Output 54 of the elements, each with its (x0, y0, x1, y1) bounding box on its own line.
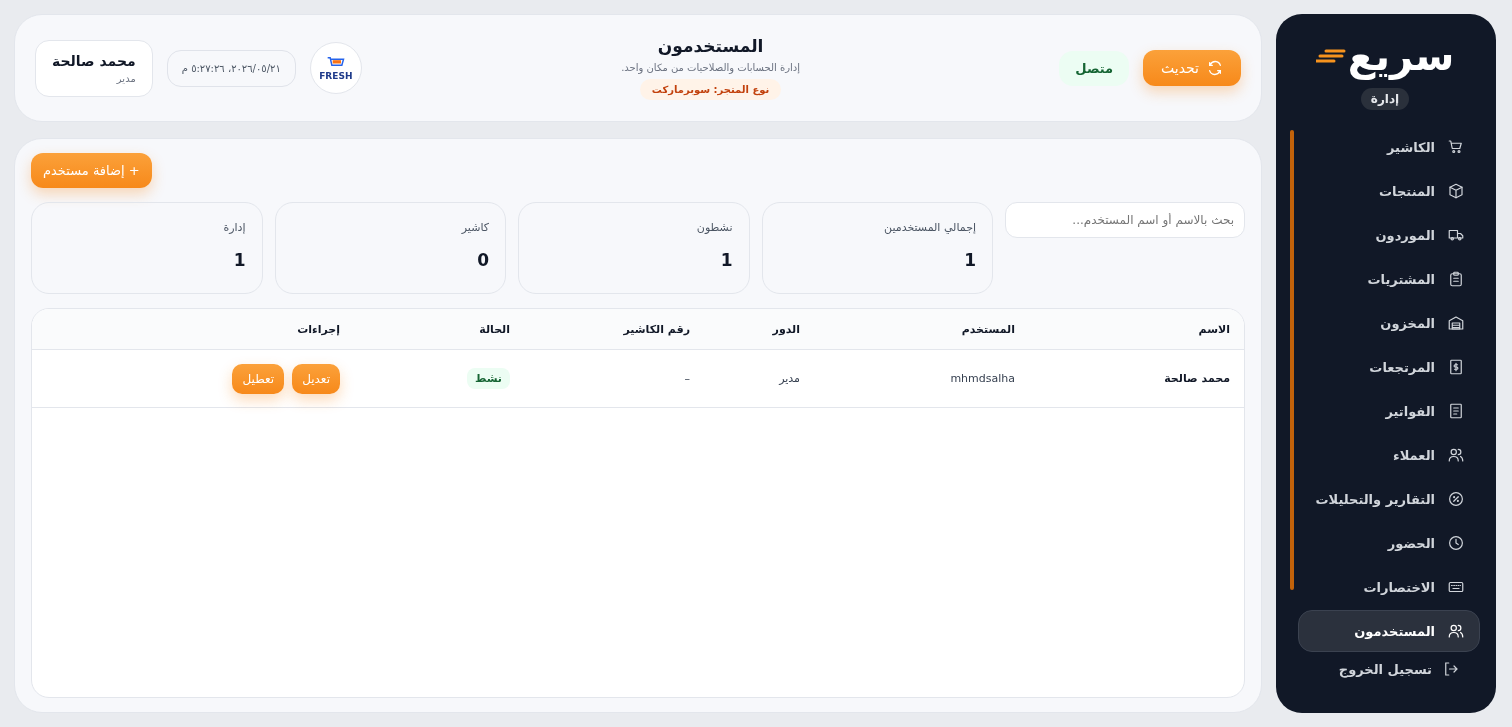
status-badge: نشط (466, 368, 510, 389)
stat-label: إجمالي المستخدمين (883, 221, 976, 234)
warehouse-icon (1447, 314, 1465, 332)
nav-item[interactable]: التقارير والتحليلات (1298, 478, 1480, 520)
connection-status: متصل (1059, 50, 1130, 86)
speed-lines-icon (1315, 49, 1346, 63)
user-role: مدير (116, 72, 136, 84)
date-time: ٢٠٢٦/٠٥/٢١، ٥:٢٧:٢٦ م (166, 49, 296, 87)
document-icon (1447, 402, 1465, 420)
box-icon (1447, 182, 1465, 200)
nav-item[interactable]: المستخدمون (1298, 610, 1480, 652)
table-cell-text: – (683, 372, 690, 385)
page-title: المستخدمون (657, 36, 764, 56)
column-header: إجراءات (296, 322, 340, 336)
nav-item[interactable]: المخزون (1298, 302, 1480, 344)
column-header: الدور (771, 322, 800, 336)
table-cell-text: محمد صالحة (1163, 372, 1230, 385)
store-logo-text: FRESH (319, 70, 353, 81)
stat-value: 1 (719, 250, 733, 270)
table-cell-text: مدير (777, 372, 800, 385)
nav-item[interactable]: الموردون (1298, 214, 1480, 256)
nav-item[interactable]: العملاء (1298, 434, 1480, 476)
column-header: رقم الكاشير (622, 322, 690, 336)
nav-item[interactable]: المرتجعات (1298, 346, 1480, 388)
user-name: محمد صالحة (52, 52, 136, 69)
column-header: الحالة (478, 322, 510, 336)
column-header: المستخدم (960, 322, 1015, 336)
percent-icon (1447, 490, 1465, 508)
stat-label: كاشير (460, 221, 489, 234)
stat-value: 1 (963, 250, 976, 270)
nav-item[interactable]: الحضور (1298, 522, 1480, 564)
store-type-badge: نوع المتجر: سوبرماركت (639, 79, 782, 100)
nav-item[interactable]: الفواتير (1298, 390, 1480, 432)
nav-item[interactable]: الكاشير (1298, 126, 1480, 168)
stat-value: 0 (476, 250, 489, 270)
receipt-icon (1447, 358, 1465, 376)
column-header: الاسم (1197, 322, 1230, 336)
clock-icon (1447, 534, 1465, 552)
stat-value: 1 (232, 250, 246, 270)
page-subtitle: إدارة الحسابات والصلاحيات من مكان واحد. (621, 62, 800, 73)
cart-icon (1447, 138, 1465, 156)
refresh-icon (1207, 60, 1223, 76)
logout-icon (1442, 660, 1460, 678)
stat-label: نشطون (695, 221, 733, 234)
table-cell-text: mhmdsalha (949, 372, 1015, 385)
logout-link[interactable]: تسجيل الخروج (1290, 652, 1480, 686)
role-badge: إدارة (1360, 88, 1410, 110)
nav-item[interactable]: الاختصارات (1298, 566, 1480, 608)
stat-label: إدارة (222, 221, 246, 234)
people-icon (1447, 446, 1465, 464)
people-icon (1447, 622, 1465, 640)
nav-item[interactable]: المنتجات (1298, 170, 1480, 212)
clipboard-icon (1447, 270, 1465, 288)
nav-item[interactable]: المشتريات (1298, 258, 1480, 300)
